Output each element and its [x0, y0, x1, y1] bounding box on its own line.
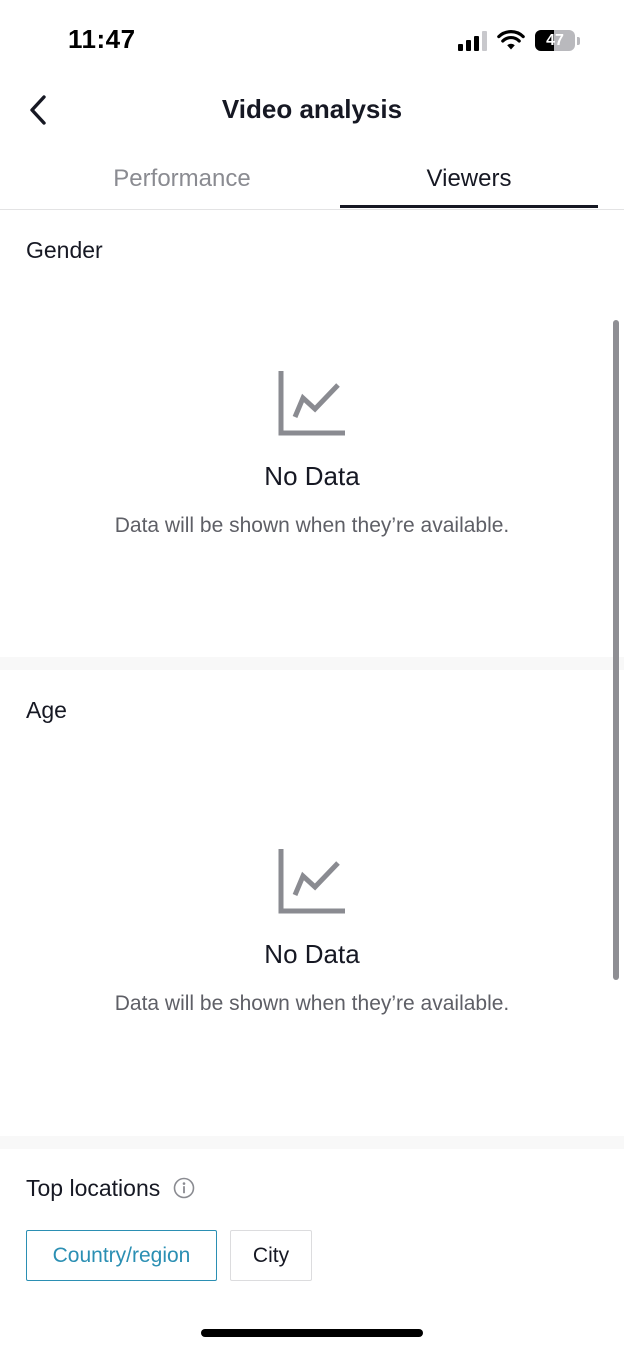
gender-empty-text: Data will be shown when they’re availabl… — [114, 514, 510, 537]
status-bar: 11:47 47 — [0, 0, 624, 82]
age-section: Age No Data Data will be shown when they… — [0, 670, 624, 1136]
location-filter-row: Country/region City — [26, 1230, 312, 1281]
age-empty-text: Data will be shown when they’re availabl… — [114, 992, 510, 1015]
gender-empty-state: No Data Data will be shown when they’re … — [0, 369, 624, 538]
age-empty-state: No Data Data will be shown when they’re … — [0, 847, 624, 1016]
battery-tip — [577, 36, 580, 45]
tab-performance[interactable]: Performance — [24, 150, 340, 208]
top-locations-section: Top locations Country/region City — [0, 1149, 624, 1350]
top-locations-heading: Top locations — [26, 1175, 195, 1202]
page-title: Video analysis — [221, 94, 403, 124]
line-chart-icon — [278, 371, 345, 436]
gender-title: Gender — [26, 237, 103, 263]
gender-empty-title: No Data — [264, 461, 360, 491]
section-divider — [0, 1136, 624, 1149]
battery-icon: 47 — [535, 30, 575, 51]
header: Video analysis — [0, 82, 624, 140]
scrollbar[interactable] — [613, 320, 619, 980]
info-icon[interactable] — [173, 1177, 195, 1199]
cellular-signal-icon — [458, 30, 487, 51]
status-time: 11:47 — [68, 24, 136, 54]
top-locations-title: Top locations — [26, 1175, 161, 1201]
age-empty-title: No Data — [264, 939, 360, 969]
city-filter[interactable]: City — [230, 1230, 312, 1281]
tab-bar: Performance Viewers — [0, 150, 624, 210]
section-divider — [0, 657, 624, 670]
gender-section: Gender No Data Data will be shown when t… — [0, 211, 624, 657]
home-indicator[interactable] — [201, 1329, 423, 1337]
status-icons: 47 — [458, 30, 580, 51]
tab-viewers[interactable]: Viewers — [340, 150, 598, 208]
line-chart-icon — [278, 849, 345, 914]
video-analysis-screen: 11:47 47 Video analysis Performance View… — [0, 0, 624, 1350]
active-tab-indicator — [340, 205, 598, 208]
wifi-icon — [497, 30, 525, 50]
age-title: Age — [26, 697, 67, 723]
battery-level: 47 — [546, 31, 564, 49]
country-region-filter[interactable]: Country/region — [26, 1230, 217, 1281]
